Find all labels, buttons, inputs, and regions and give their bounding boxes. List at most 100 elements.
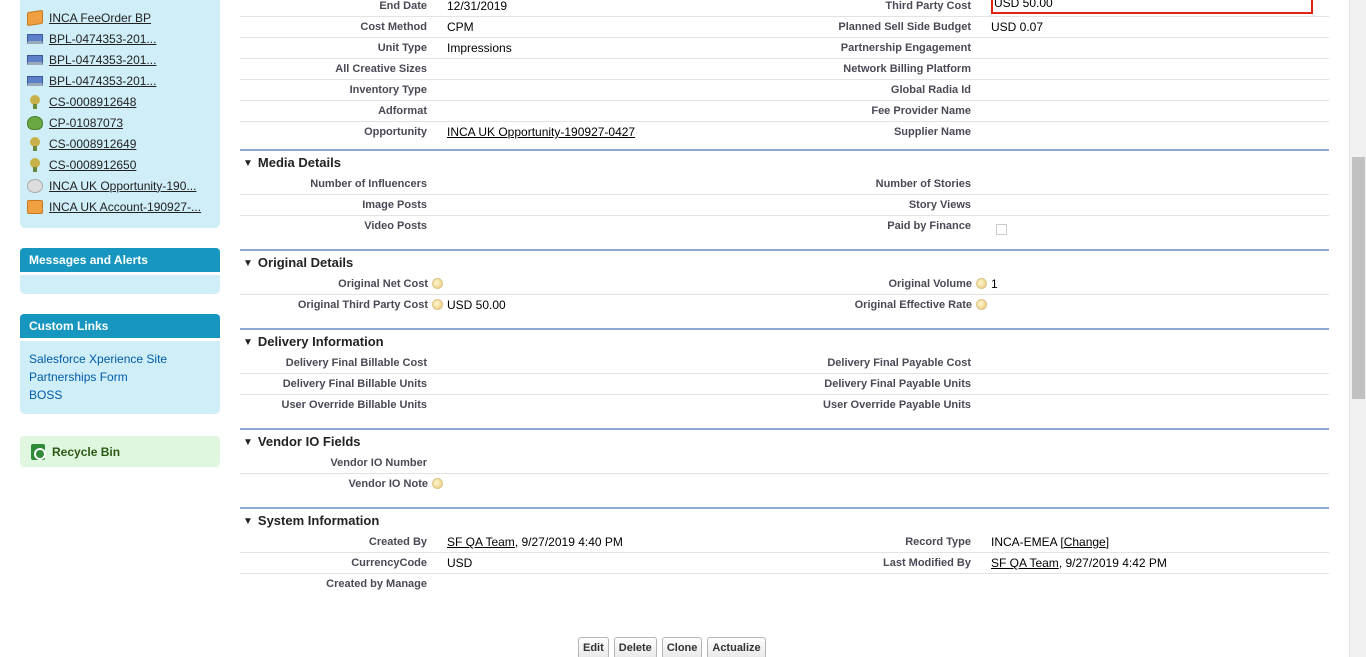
- recent-item-link[interactable]: INCA UK Account-190927-...: [49, 200, 201, 214]
- field-label-text: Original Third Party Cost: [297, 299, 428, 311]
- edit-button[interactable]: Edit: [578, 637, 609, 657]
- recent-item[interactable]: INCA UK Opportunity-190...: [27, 175, 220, 196]
- paid-by-finance-checkbox[interactable]: [996, 224, 1007, 235]
- recent-item-link[interactable]: CS-0008912650: [49, 158, 136, 172]
- recycle-bin-link[interactable]: Recycle Bin: [20, 436, 220, 467]
- custom-link[interactable]: Partnerships Form: [29, 368, 211, 386]
- recent-item[interactable]: CS-0008912649: [27, 133, 220, 154]
- recent-item-link[interactable]: CP-01087073: [49, 116, 123, 130]
- field-label: Planned Sell Side Budget: [838, 21, 971, 33]
- field-row: Opportunity INCA UK Opportunity-190927-0…: [240, 122, 1329, 143]
- field-label: Delivery Final Billable Units: [282, 378, 427, 390]
- field-label: Last Modified By: [882, 557, 971, 569]
- recycle-bin-icon: [31, 443, 46, 460]
- custom-link[interactable]: BOSS: [29, 386, 211, 404]
- field-row: End Date 12/31/2019 Third Party Cost USD…: [240, 0, 1329, 17]
- recent-item[interactable]: INCA FeeOrder BP: [27, 7, 220, 28]
- recycle-bin-label: Recycle Bin: [52, 444, 121, 459]
- bracket-close: ]: [1105, 535, 1110, 549]
- recent-item-link[interactable]: INCA FeeOrder BP: [49, 11, 151, 25]
- field-row: Inventory Type Global Radia Id: [240, 80, 1329, 101]
- recent-item-link[interactable]: INCA UK Opportunity-190...: [49, 179, 196, 193]
- order-icon: [27, 9, 43, 26]
- field-row: All Creative Sizes Network Billing Platf…: [240, 59, 1329, 80]
- section-title: System Information: [243, 513, 379, 528]
- field-value: SF QA Team, 9/27/2019 4:42 PM: [991, 556, 1167, 570]
- custom-links-body: Salesforce Xperience Site Partnerships F…: [20, 341, 220, 414]
- computer-icon: [27, 33, 43, 44]
- clone-button[interactable]: Clone: [661, 637, 703, 657]
- created-by-user-link[interactable]: SF QA Team: [447, 535, 515, 549]
- field-value: SF QA Team, 9/27/2019 4:40 PM: [447, 535, 623, 549]
- field-label: Vendor IO Number: [330, 457, 427, 469]
- recent-item[interactable]: INCA UK Account-190927-...: [27, 196, 220, 217]
- field-label: Opportunity: [364, 126, 427, 138]
- custom-links-header: Custom Links: [20, 314, 220, 338]
- lightbulb-icon: [30, 94, 40, 109]
- field-label-text: Original Effective Rate: [854, 299, 972, 311]
- recent-item-link[interactable]: CS-0008912648: [49, 95, 136, 109]
- field-value: USD 0.07: [991, 20, 1044, 34]
- field-value: INCA UK Opportunity-190927-0427: [447, 125, 635, 139]
- field-row: Unit Type Impressions Partnership Engage…: [240, 38, 1329, 59]
- field-row: Vendor IO Number: [240, 453, 1329, 474]
- field-value: USD: [447, 556, 473, 570]
- opportunity-link[interactable]: INCA UK Opportunity-190927-0427: [447, 125, 635, 139]
- change-record-type-link[interactable]: Change: [1064, 535, 1106, 549]
- field-label: Story Views: [908, 199, 971, 211]
- record-type-value: INCA-EMEA: [991, 535, 1058, 549]
- field-value: USD 50.00: [994, 0, 1053, 10]
- recent-item-link[interactable]: BPL-0474353-201...: [49, 74, 156, 88]
- field-label: Global Radia Id: [890, 84, 971, 96]
- recent-item-link[interactable]: CS-0008912649: [49, 137, 136, 151]
- section-media-details[interactable]: Media Details: [240, 149, 1329, 174]
- section-original-details[interactable]: Original Details: [240, 249, 1329, 274]
- field-label: Unit Type: [377, 42, 427, 54]
- field-row: Created by Manage: [240, 574, 1329, 595]
- field-row: Cost Method CPM Planned Sell Side Budget…: [240, 17, 1329, 38]
- section-delivery-information[interactable]: Delivery Information: [240, 328, 1329, 353]
- help-icon[interactable]: [432, 298, 443, 310]
- recent-item-link[interactable]: BPL-0474353-201...: [49, 53, 156, 67]
- field-label: Delivery Final Billable Cost: [285, 357, 427, 369]
- recent-item[interactable]: BPL-0474353-201...: [27, 70, 220, 91]
- recent-item[interactable]: BPL-0474353-201...: [27, 49, 220, 70]
- recent-item[interactable]: CP-01087073: [27, 112, 220, 133]
- field-label: End Date: [379, 0, 427, 12]
- help-icon[interactable]: [976, 277, 987, 289]
- field-label: Original Effective Rate: [854, 298, 987, 311]
- field-label: Vendor IO Note: [349, 477, 443, 490]
- vertical-scrollbar[interactable]: [1349, 0, 1366, 657]
- field-label: Adformat: [378, 105, 427, 117]
- field-value: CPM: [447, 20, 474, 34]
- last-modified-user-link[interactable]: SF QA Team: [991, 556, 1059, 570]
- actualize-button[interactable]: Actualize: [707, 637, 766, 657]
- recent-item[interactable]: BPL-0474353-201...: [27, 28, 220, 49]
- third-party-cost-highlight[interactable]: USD 50.00: [991, 0, 1313, 14]
- delete-button[interactable]: Delete: [613, 637, 657, 657]
- record-detail: End Date 12/31/2019 Third Party Cost USD…: [240, 0, 1329, 595]
- recent-item[interactable]: CS-0008912650: [27, 154, 220, 175]
- custom-link[interactable]: Salesforce Xperience Site: [29, 350, 211, 368]
- field-row: Delivery Final Billable Units Delivery F…: [240, 374, 1329, 395]
- field-row: Original Net Cost Original Volume 1: [240, 274, 1329, 295]
- help-icon[interactable]: [976, 298, 987, 310]
- field-row: Created By SF QA Team, 9/27/2019 4:40 PM…: [240, 532, 1329, 553]
- field-label: Delivery Final Payable Units: [824, 378, 971, 390]
- messages-alerts-body: [20, 275, 220, 294]
- section-title: Media Details: [243, 155, 341, 170]
- recent-item[interactable]: CS-0008912648: [27, 91, 220, 112]
- field-label: Cost Method: [360, 21, 427, 33]
- help-icon[interactable]: [432, 477, 443, 489]
- field-row: Image Posts Story Views: [240, 195, 1329, 216]
- help-icon[interactable]: [432, 277, 443, 289]
- section-vendor-io-fields[interactable]: Vendor IO Fields: [240, 428, 1329, 453]
- section-title: Original Details: [243, 255, 353, 270]
- field-row: Video Posts Paid by Finance: [240, 216, 1329, 237]
- section-system-information[interactable]: System Information: [240, 507, 1329, 532]
- bracket-open: [: [1057, 535, 1064, 549]
- scrollbar-thumb[interactable]: [1352, 157, 1365, 399]
- recent-item-link[interactable]: BPL-0474353-201...: [49, 32, 156, 46]
- field-row: User Override Billable Units User Overri…: [240, 395, 1329, 416]
- computer-icon: [27, 54, 43, 65]
